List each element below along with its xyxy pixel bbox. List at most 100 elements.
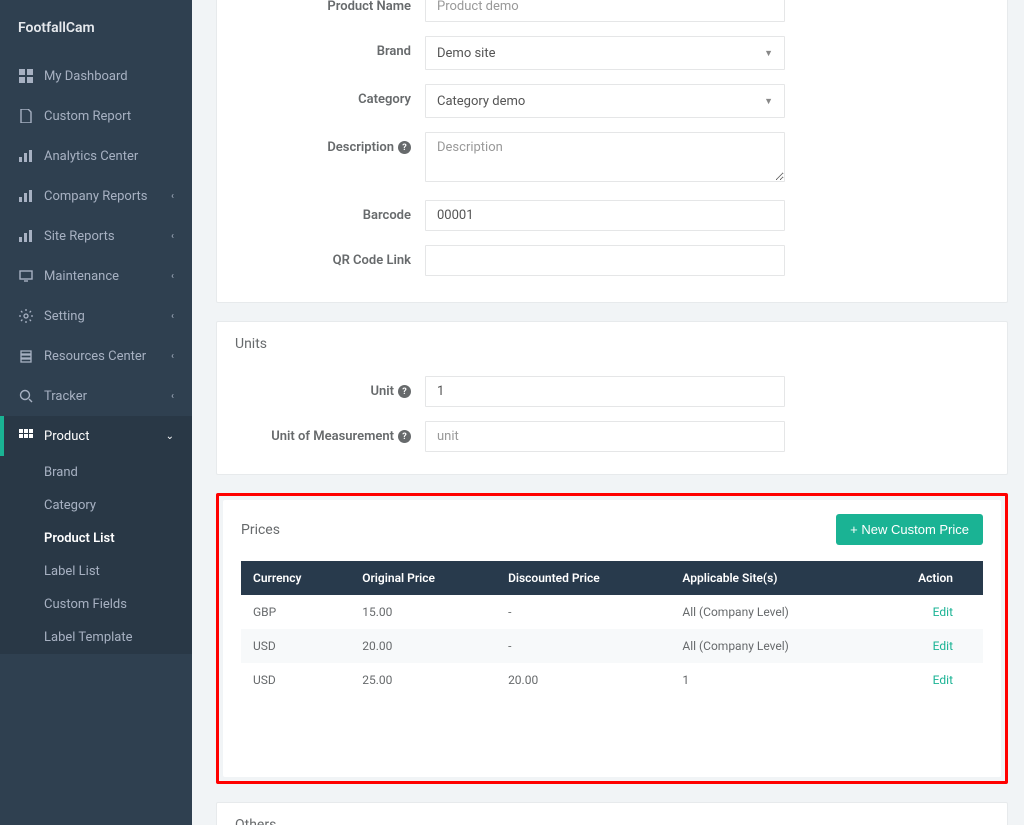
- cell-original: 25.00: [350, 663, 496, 697]
- help-icon[interactable]: ?: [398, 430, 411, 443]
- chart-icon: [18, 228, 34, 244]
- chevron-left-icon: ‹: [171, 391, 174, 402]
- col-currency: Currency: [241, 561, 350, 595]
- unit-label: Unit: [370, 384, 394, 399]
- chevron-left-icon: ‹: [171, 351, 174, 362]
- prices-table: Currency Original Price Discounted Price…: [241, 561, 983, 697]
- sidebar-item-label: Resources Center: [44, 349, 171, 364]
- cell-original: 15.00: [350, 595, 496, 629]
- col-discounted: Discounted Price: [496, 561, 670, 595]
- sidebar-item-label: Site Reports: [44, 229, 171, 244]
- help-icon[interactable]: ?: [398, 141, 411, 154]
- sidebar-item-label: Maintenance: [44, 269, 171, 284]
- cell-currency: USD: [241, 629, 350, 663]
- product-name-label: Product Name: [327, 0, 411, 14]
- description-label: Description: [327, 140, 394, 155]
- qr-label: QR Code Link: [333, 253, 411, 268]
- sidebar-item-label: Tracker: [44, 389, 171, 404]
- category-select-value: Category demo: [437, 94, 525, 109]
- cell-original: 20.00: [350, 629, 496, 663]
- chevron-left-icon: ‹: [171, 231, 174, 242]
- brand-select-value: Demo site: [437, 46, 495, 61]
- subitem-brand[interactable]: Brand: [0, 456, 192, 489]
- sidebar-item-label: Product: [44, 429, 166, 444]
- brand-label: Brand: [377, 44, 411, 59]
- caret-down-icon: ▼: [764, 48, 773, 59]
- brand-title: FootfallCam: [0, 0, 192, 56]
- sidebar-item-label: Analytics Center: [44, 149, 174, 164]
- units-panel: Units Unit ? Unit of Measurement ?: [216, 321, 1008, 475]
- sidebar-item-label: My Dashboard: [44, 69, 174, 84]
- file-icon: [18, 108, 34, 124]
- dashboard-icon: [18, 68, 34, 84]
- sidebar-item-maintenance[interactable]: Maintenance ‹: [0, 256, 192, 296]
- subitem-category[interactable]: Category: [0, 489, 192, 522]
- product-submenu: Brand Category Product List Label List C…: [0, 456, 192, 654]
- chevron-left-icon: ‹: [171, 311, 174, 322]
- category-select[interactable]: Category demo ▼: [425, 84, 785, 118]
- chevron-down-icon: ⌄: [166, 431, 174, 442]
- help-icon[interactable]: ?: [398, 385, 411, 398]
- grid-icon: [18, 428, 34, 444]
- col-action: Action: [867, 561, 983, 595]
- search-icon: [18, 388, 34, 404]
- sidebar-item-setting[interactable]: Setting ‹: [0, 296, 192, 336]
- barcode-input[interactable]: [425, 200, 785, 231]
- cell-sites: 1: [670, 663, 867, 697]
- subitem-label-list[interactable]: Label List: [0, 555, 192, 588]
- sidebar-item-site-reports[interactable]: Site Reports ‹: [0, 216, 192, 256]
- prices-panel: Prices + New Custom Price Currency Origi…: [223, 500, 1001, 777]
- layers-icon: [18, 348, 34, 364]
- sidebar-item-resources[interactable]: Resources Center ‹: [0, 336, 192, 376]
- others-panel: Others No. of Paired Label 0: [216, 802, 1008, 825]
- chevron-left-icon: ‹: [171, 191, 174, 202]
- subitem-product-list[interactable]: Product List: [0, 522, 192, 555]
- chart-icon: [18, 148, 34, 164]
- sidebar-item-product[interactable]: Product ⌄: [0, 416, 192, 456]
- prices-title: Prices: [241, 522, 280, 538]
- edit-link[interactable]: Edit: [933, 639, 953, 653]
- col-original: Original Price: [350, 561, 496, 595]
- cell-currency: USD: [241, 663, 350, 697]
- others-title: Others: [235, 817, 276, 825]
- category-label: Category: [358, 92, 411, 107]
- units-title: Units: [235, 336, 267, 352]
- description-textarea[interactable]: [425, 132, 785, 182]
- cell-discounted: -: [496, 595, 670, 629]
- sidebar-item-analytics[interactable]: Analytics Center: [0, 136, 192, 176]
- chevron-left-icon: ‹: [171, 271, 174, 282]
- edit-link[interactable]: Edit: [933, 605, 953, 619]
- brand-select[interactable]: Demo site ▼: [425, 36, 785, 70]
- cell-currency: GBP: [241, 595, 350, 629]
- uom-input[interactable]: [425, 421, 785, 452]
- sidebar-item-custom-report[interactable]: Custom Report: [0, 96, 192, 136]
- monitor-icon: [18, 268, 34, 284]
- gear-icon: [18, 308, 34, 324]
- product-name-input[interactable]: [425, 0, 785, 22]
- sidebar-item-tracker[interactable]: Tracker ‹: [0, 376, 192, 416]
- new-custom-price-button[interactable]: + New Custom Price: [836, 514, 983, 545]
- subitem-label-template[interactable]: Label Template: [0, 621, 192, 654]
- sidebar-item-company-reports[interactable]: Company Reports ‹: [0, 176, 192, 216]
- sidebar-item-label: Company Reports: [44, 189, 171, 204]
- table-row: USD 25.00 20.00 1 Edit: [241, 663, 983, 697]
- uom-label: Unit of Measurement: [271, 429, 394, 444]
- qr-input[interactable]: [425, 245, 785, 276]
- barcode-label: Barcode: [363, 208, 411, 223]
- main-content: Product Name Brand Demo site ▼ Category: [204, 0, 1024, 825]
- unit-input[interactable]: [425, 376, 785, 407]
- sidebar: FootfallCam My Dashboard Custom Report A…: [0, 0, 192, 825]
- cell-discounted: -: [496, 629, 670, 663]
- caret-down-icon: ▼: [764, 96, 773, 107]
- cell-sites: All (Company Level): [670, 595, 867, 629]
- sidebar-item-dashboard[interactable]: My Dashboard: [0, 56, 192, 96]
- cell-sites: All (Company Level): [670, 629, 867, 663]
- product-details-panel: Product Name Brand Demo site ▼ Category: [216, 0, 1008, 303]
- sidebar-item-label: Setting: [44, 309, 171, 324]
- table-row: GBP 15.00 - All (Company Level) Edit: [241, 595, 983, 629]
- edit-link[interactable]: Edit: [933, 673, 953, 687]
- chart-icon: [18, 188, 34, 204]
- cell-discounted: 20.00: [496, 663, 670, 697]
- subitem-custom-fields[interactable]: Custom Fields: [0, 588, 192, 621]
- prices-highlight-box: Prices + New Custom Price Currency Origi…: [216, 493, 1008, 784]
